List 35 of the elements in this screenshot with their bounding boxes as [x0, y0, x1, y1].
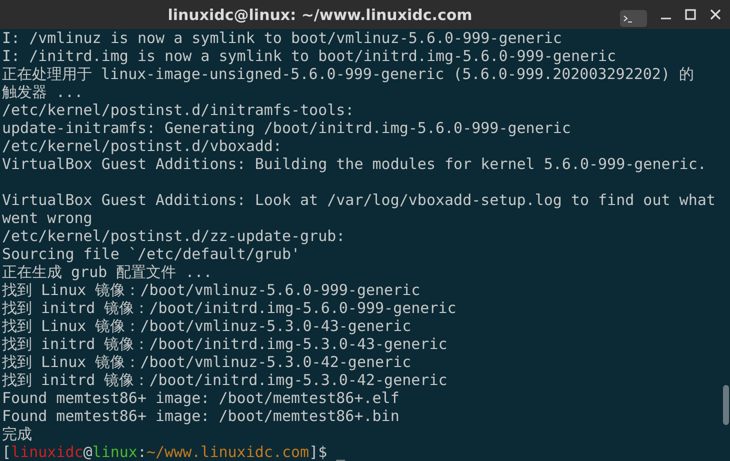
terminal-line: Found memtest86+ image: /boot/memtest86+.elf: [2, 389, 400, 407]
terminal-line: /etc/kernel/postinst.d/zz-update-grub:: [2, 227, 346, 245]
terminal-line: VirtualBox Guest Additions: Look at /var/log/vboxadd-setup.log to find out what: [2, 191, 716, 209]
terminal-line: I: /vmlinuz is now a symlink to boot/vmlinuz-5.6.0-999-generic: [2, 29, 562, 47]
terminal-line: /etc/kernel/postinst.d/initramfs-tools:: [2, 101, 354, 119]
terminal-line: 完成: [2, 425, 32, 443]
terminal-line: 找到 initrd 镜像：/boot/initrd.img-5.6.0-999-generic: [2, 299, 456, 317]
scrollbar-thumb[interactable]: [723, 385, 729, 425]
prompt-text: @: [83, 443, 92, 461]
prompt-text: ~/www.linuxidc.com: [146, 443, 310, 461]
terminal-line: 找到 Linux 镜像：/boot/vmlinuz-5.3.0-43-generic: [2, 317, 412, 335]
maximize-icon[interactable]: [685, 9, 696, 20]
close-icon[interactable]: [710, 9, 721, 20]
terminal-line: 找到 Linux 镜像：/boot/vmlinuz-5.6.0-999-generic: [2, 281, 420, 299]
terminal-line: VirtualBox Guest Additions: Building the modules for kernel 5.6.0-999-generic.: [2, 155, 706, 173]
terminal-line: 找到 initrd 镜像：/boot/initrd.img-5.3.0-42-generic: [2, 371, 448, 389]
prompt-text: ]$: [309, 443, 328, 461]
prompt-text: :: [137, 443, 146, 461]
terminal-line: 触发器 ...: [2, 83, 84, 101]
terminal-line: 找到 initrd 镜像：/boot/initrd.img-5.3.0-43-generic: [2, 335, 448, 353]
terminal-line: Found memtest86+ image: /boot/memtest86+.bin: [2, 407, 400, 425]
terminal-line: Sourcing file `/etc/default/grub': [2, 245, 300, 263]
window-title: linuxidc@linux: ~/www.linuxidc.com: [166, 6, 474, 24]
prompt-text: [: [2, 443, 12, 461]
terminal-line: 正在处理用于 linux-image-unsigned-5.6.0-999-generic (5.6.0-999.202003292202) 的: [2, 65, 694, 83]
terminal-line: update-initramfs: Generating /boot/initrd.img-5.6.0-999-generic: [2, 119, 571, 137]
terminal-line: went wrong: [2, 209, 92, 227]
terminal-line: /etc/kernel/postinst.d/vboxadd:: [2, 137, 282, 155]
terminal-icon[interactable]: [620, 10, 647, 27]
terminal-line: 找到 Linux 镜像：/boot/vmlinuz-5.3.0-42-generic: [2, 353, 412, 371]
terminal-line: 正在生成 grub 配置文件 ...: [2, 263, 212, 281]
prompt-text: linux: [92, 443, 138, 461]
cursor: _: [336, 443, 346, 461]
prompt-text: linuxidc: [11, 443, 84, 461]
terminal-line: I: /initrd.img is now a symlink to boot/initrd.img-5.6.0-999-generic: [2, 47, 616, 65]
